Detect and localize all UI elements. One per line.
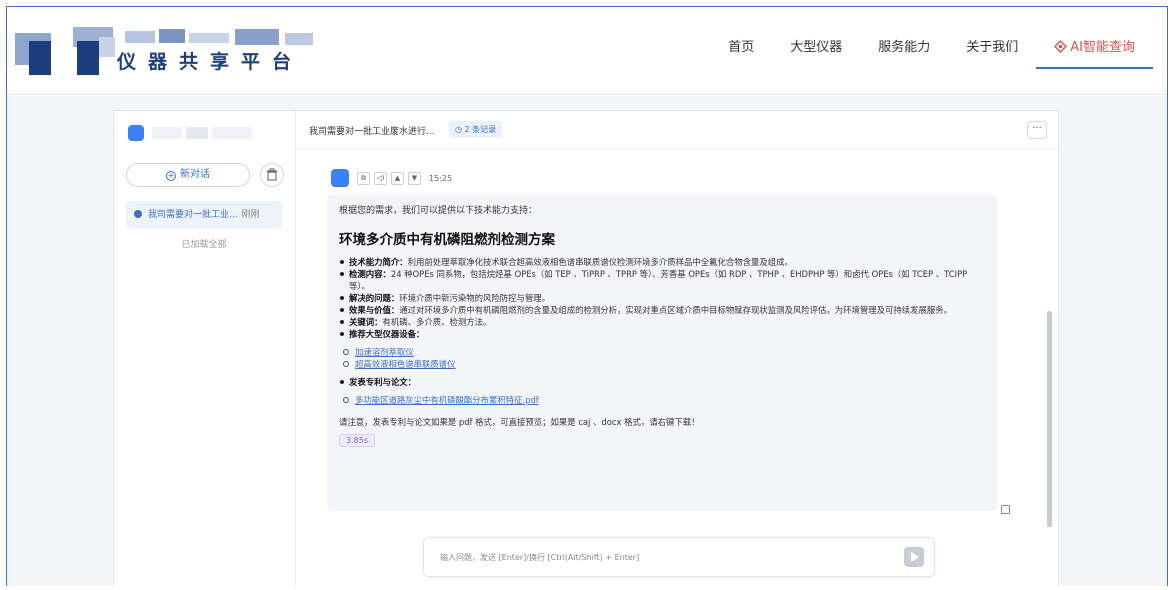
app-frame: 仪器共享平台 首页 大型仪器 服务能力 关于我们 AI智能查询 + 新对话 我司… (6, 6, 1168, 587)
detail-item: 技术能力简介：利用前处理萃取净化技术联合超高效液相色谱串联质谱仪检测环境多介质样… (339, 256, 985, 268)
detail-item: 解决的问题：环境介质中新污染物的风险防控与管理。 (339, 292, 985, 304)
records-label: 2 条记录 (464, 125, 497, 134)
new-chat-button[interactable]: + 新对话 (126, 163, 250, 187)
nav-instruments[interactable]: 大型仪器 (772, 39, 860, 69)
brand-logo-mark (125, 29, 315, 45)
loaded-all-text: 已加载全部 (181, 240, 227, 250)
thumbs-up-icon[interactable]: ▲ (391, 171, 404, 185)
copy-answer-icon[interactable] (1001, 505, 1010, 514)
answer-intro: 根据您的需求，我们可以提供以下技术能力支持： (339, 206, 538, 216)
solution-title: 环境多介质中有机磷阻燃剂检测方案 (339, 232, 555, 248)
nav-ai-label: AI智能查询 (1070, 40, 1135, 55)
history-sidebar: + 新对话 我司需要对一批工业... 刚刚 已加载全部 (114, 111, 296, 587)
nav-services[interactable]: 服务能力 (860, 39, 948, 69)
history-item-title: 我司需要对一批工业... (148, 210, 238, 220)
nav-ai-query[interactable]: AI智能查询 (1036, 39, 1153, 69)
chat-scrollbar[interactable] (1047, 311, 1052, 527)
main-area: + 新对话 我司需要对一批工业... 刚刚 已加载全部 我司需要对一批工业废水进行.… (7, 96, 1167, 587)
message-header: ⧉ ◁) ▲ ▼ 15:25 (331, 169, 452, 187)
ai-icon (1054, 40, 1068, 53)
new-chat-label: 新对话 (180, 169, 210, 180)
instrument-list: 加速溶剂萃取仪 超高效液相色谱串联质谱仪 (339, 346, 985, 370)
trash-icon (267, 168, 277, 181)
question-input[interactable]: 输入问题，发送 [Enter]/换行 [Ctrl(Alt/Shift) + En… (423, 537, 935, 577)
nav-home[interactable]: 首页 (710, 39, 772, 69)
instrument-link[interactable]: 加速溶剂萃取仪 (339, 346, 985, 358)
chat-panel: + 新对话 我司需要对一批工业... 刚刚 已加载全部 我司需要对一批工业废水进行.… (113, 110, 1059, 587)
response-duration-badge: 3.85s (339, 434, 375, 447)
thumbs-down-icon[interactable]: ▼ (408, 171, 421, 185)
solution-details: 技术能力简介：利用前处理萃取净化技术联合超高效液相色谱串联质谱仪检测环境多介质样… (339, 256, 985, 340)
papers-section: 发表专利与论文： (339, 376, 985, 388)
paper-link[interactable]: 多功能区道路灰尘中有机磷酸酯分布累积特征.pdf (339, 394, 985, 406)
records-badge[interactable]: ◷ 2 条记录 (449, 121, 503, 138)
more-button[interactable]: ··· (1027, 121, 1047, 139)
plus-icon: + (166, 171, 176, 181)
logo (15, 27, 115, 75)
answer-bubble: 根据您的需求，我们可以提供以下技术能力支持： 环境多介质中有机磷阻燃剂检测方案 … (327, 195, 997, 511)
copy-icon[interactable]: ⧉ (357, 171, 370, 185)
papers-heading: 发表专利与论文： (339, 376, 985, 388)
chat-bubble-icon (134, 210, 142, 218)
detail-item: 检测内容：24 种OPEs 同系物，包括烷烃基 OPEs（如 TEP 、TiPR… (339, 268, 985, 292)
assistant-logo-icon (128, 125, 144, 141)
input-placeholder: 输入问题，发送 [Enter]/换行 [Ctrl(Alt/Shift) + En… (440, 553, 640, 562)
detail-item: 关键词：有机磷、多介质、检测方法。 (339, 316, 985, 328)
clear-history-button[interactable] (260, 163, 284, 187)
message-time: 15:25 (429, 173, 453, 183)
site-header: 仪器共享平台 首页 大型仪器 服务能力 关于我们 AI智能查询 (7, 7, 1167, 95)
assistant-name-mark (152, 127, 258, 139)
download-note: 请注意，发表专利与论文如果是 pdf 格式，可直接预览；如果是 caj 、doc… (339, 417, 700, 427)
speaker-icon[interactable]: ◁) (374, 171, 387, 185)
paper-list: 多功能区道路灰尘中有机磷酸酯分布累积特征.pdf (339, 394, 985, 406)
chat-area: 我司需要对一批工业废水进行... ◷ 2 条记录 ··· ⧉ ◁) ▲ ▼ 15… (297, 111, 1059, 587)
brand-name: 仪器共享平台 (117, 51, 304, 73)
main-nav: 首页 大型仪器 服务能力 关于我们 AI智能查询 (710, 39, 1153, 69)
chat-topbar: 我司需要对一批工业废水进行... ◷ 2 条记录 ··· (297, 111, 1059, 149)
nav-about[interactable]: 关于我们 (948, 39, 1036, 69)
instrument-link[interactable]: 超高效液相色谱串联质谱仪 (339, 358, 985, 370)
chat-title: 我司需要对一批工业废水进行... (309, 127, 435, 137)
history-item[interactable]: 我司需要对一批工业... 刚刚 (126, 201, 282, 229)
detail-item: 推荐大型仪器设备： (339, 328, 985, 340)
history-item-time: 刚刚 (241, 210, 260, 220)
bot-avatar (331, 169, 349, 187)
detail-item: 效果与价值：通过对环境多介质中有机磷阻燃剂的含量及组成的检测分析，实现对重点区域… (339, 304, 985, 316)
send-button[interactable] (904, 547, 924, 567)
